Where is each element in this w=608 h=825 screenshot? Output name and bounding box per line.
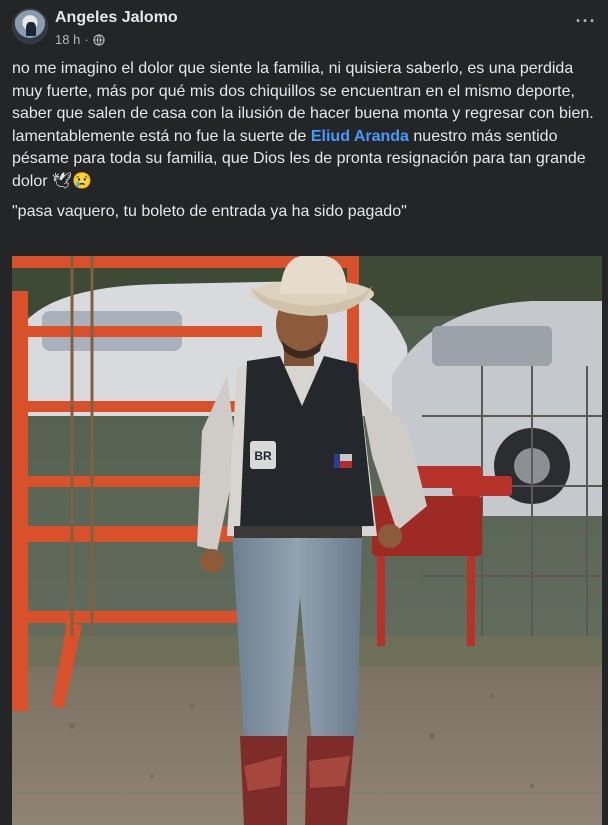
- post-quote: "pasa vaquero, tu boleto de entrada ya h…: [12, 203, 407, 220]
- post-photo[interactable]: BR: [12, 256, 602, 825]
- author-name[interactable]: Angeles Jalomo: [55, 9, 178, 27]
- mention-link[interactable]: Eliud Aranda: [311, 128, 409, 145]
- post-header: Angeles Jalomo 18 h · ···: [12, 6, 602, 50]
- facebook-post: Angeles Jalomo 18 h · ··· no me imagino …: [0, 0, 608, 825]
- post-timestamp[interactable]: 18 h: [55, 32, 80, 47]
- more-options-icon[interactable]: ···: [574, 12, 598, 36]
- post-paragraph-1: no me imagino el dolor que siente la fam…: [12, 60, 594, 122]
- vest-patch: BR: [254, 449, 272, 463]
- author-avatar[interactable]: [12, 8, 48, 44]
- post-paragraph-2: lamentablemente está no fue la suerte de…: [12, 126, 602, 194]
- paragraph-2-start: lamentablemente está no fue la suerte de: [12, 127, 311, 145]
- meta-separator: ·: [84, 32, 89, 47]
- post-meta: 18 h ·: [55, 32, 105, 47]
- dove-crying-emoji-icon: 🕊😢: [52, 172, 93, 190]
- post-text: no me imagino el dolor que siente la fam…: [12, 58, 602, 224]
- globe-icon: [93, 33, 105, 46]
